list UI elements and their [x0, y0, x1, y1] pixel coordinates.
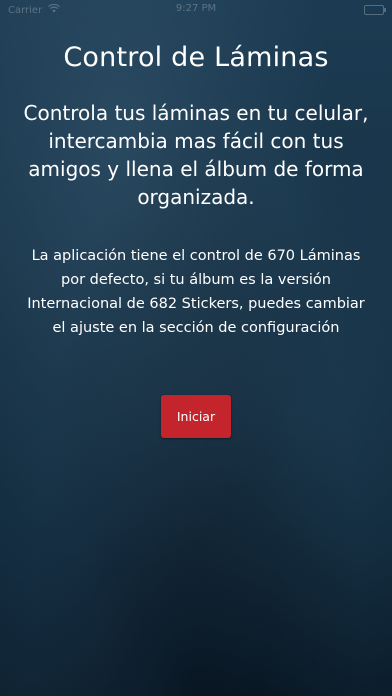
intro-text: Controla tus láminas en tu celular, inte… — [23, 101, 369, 209]
battery-icon — [364, 5, 386, 15]
status-bar-time: 9:27 PM — [175, 3, 217, 14]
status-bar: Carrier 9:27 PM — [0, 0, 392, 20]
wifi-icon — [48, 3, 61, 16]
start-button[interactable]: Iniciar — [161, 395, 231, 438]
description-text: La aplicación tiene el control de 670 Lá… — [27, 248, 365, 336]
page-title: Control de Láminas — [63, 42, 329, 73]
carrier-label: Carrier — [8, 4, 43, 16]
status-bar-right — [364, 5, 386, 15]
status-bar-left: Carrier — [8, 3, 61, 16]
